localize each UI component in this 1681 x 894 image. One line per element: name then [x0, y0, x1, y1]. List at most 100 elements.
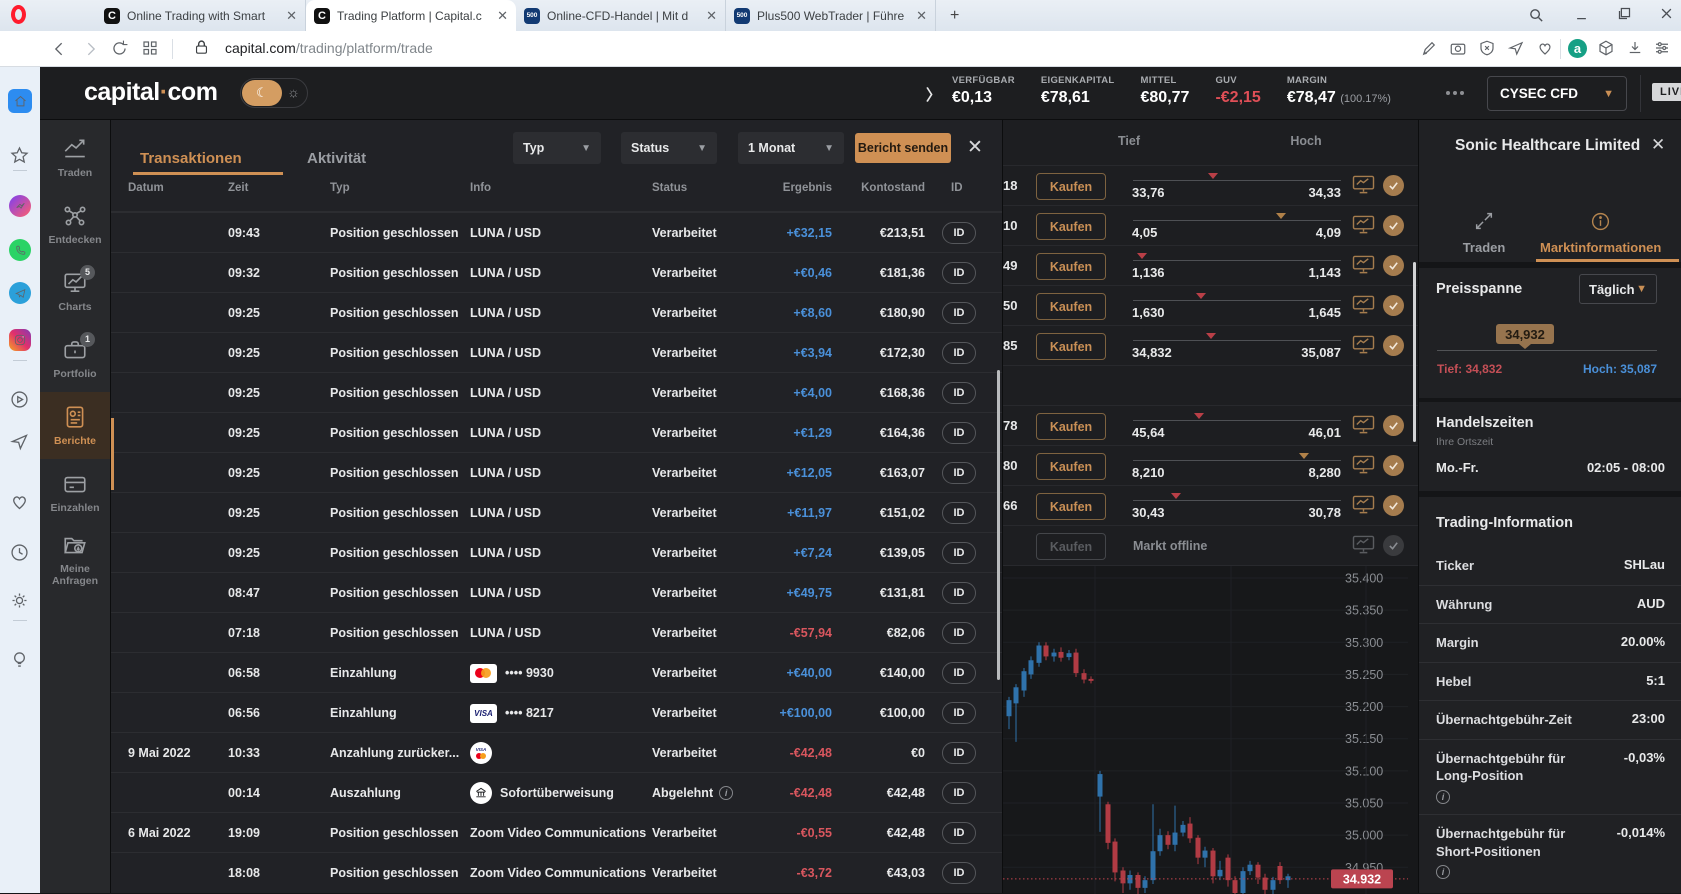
watchlist-row[interactable]: 80Kaufen8,2108,280	[1003, 445, 1419, 485]
col-typ[interactable]: Typ	[330, 182, 350, 194]
table-row[interactable]: 06:56EinzahlungVISA•••• 8217Verarbeitet+…	[111, 692, 1003, 732]
table-row[interactable]: 18:08Position geschlossenZoom Video Comm…	[111, 852, 1003, 892]
tab-traden[interactable]: Traden	[1424, 208, 1544, 255]
buy-button[interactable]: Kaufen	[1036, 453, 1106, 480]
browser-tab-2-active[interactable]: C Trading Platform | Capital.c ✕	[306, 0, 516, 31]
opera-logo-icon[interactable]	[11, 5, 26, 24]
table-row[interactable]: 08:47Position geschlossenLUNA / USDVerar…	[111, 572, 1003, 612]
speed-dial-home-icon[interactable]	[8, 89, 32, 113]
favorites-heart-icon[interactable]	[9, 491, 31, 513]
filter-status-select[interactable]: Status▼	[621, 132, 717, 164]
avast-extension-icon[interactable]: a	[1568, 39, 1587, 58]
my-flow-send-icon[interactable]	[1507, 39, 1527, 59]
watchlist-row[interactable]: 50Kaufen1,6301,645	[1003, 285, 1419, 325]
bookmarks-star-icon[interactable]	[9, 145, 31, 167]
col-kontostand[interactable]: Kontostand	[861, 182, 925, 194]
url-text[interactable]: capital.com/trading/platform/trade	[225, 40, 433, 56]
table-row[interactable]: 09:25Position geschlossenLUNA / USDVerar…	[111, 372, 1003, 412]
table-row[interactable]: 09:32Position geschlossenLUNA / USDVerar…	[111, 252, 1003, 292]
price-chart[interactable]: 35.40035.35035.30035.25035.20035.15035.1…	[1003, 565, 1419, 893]
watchlist-check-icon[interactable]	[1383, 175, 1404, 196]
watchlist-row[interactable]: 18Kaufen33,7634,33	[1003, 165, 1419, 205]
open-chart-icon[interactable]	[1352, 175, 1375, 195]
id-button[interactable]: ID	[942, 742, 976, 764]
tab-close-icon[interactable]: ✕	[497, 8, 508, 24]
tab-transaktionen[interactable]: Transaktionen	[140, 150, 242, 167]
id-button[interactable]: ID	[942, 222, 976, 244]
sidebar-item-portfolio[interactable]: 1 Portfolio	[40, 325, 110, 392]
tab-close-icon[interactable]: ✕	[286, 8, 297, 24]
buy-button[interactable]: Kaufen	[1036, 333, 1106, 360]
id-button[interactable]: ID	[942, 822, 976, 844]
capital-com-logo[interactable]: capital·com	[84, 78, 217, 107]
id-button[interactable]: ID	[942, 662, 976, 684]
back-icon[interactable]	[50, 39, 70, 59]
instagram-icon[interactable]	[9, 329, 31, 351]
account-select[interactable]: CYSEC CFD▼	[1487, 76, 1627, 111]
table-row[interactable]: 09:25Position geschlossenLUNA / USDVerar…	[111, 492, 1003, 532]
sidebar-item-berichte[interactable]: Berichte	[40, 392, 110, 459]
watchlist-scrollbar[interactable]	[1413, 262, 1416, 442]
open-chart-icon[interactable]	[1352, 255, 1375, 275]
easy-setup-bulb-icon[interactable]	[9, 649, 31, 671]
info-icon[interactable]: i	[1436, 790, 1450, 804]
table-row[interactable]: 09:25Position geschlossenLUNA / USDVerar…	[111, 332, 1003, 372]
table-scrollbar[interactable]	[997, 370, 1000, 680]
id-button[interactable]: ID	[942, 342, 976, 364]
buy-button[interactable]: Kaufen	[1036, 413, 1106, 440]
watchlist-row[interactable]: 78Kaufen45,6446,01	[1003, 405, 1419, 445]
col-status[interactable]: Status	[652, 182, 687, 194]
telegram-icon[interactable]	[9, 282, 31, 304]
col-zeit[interactable]: Zeit	[228, 182, 248, 194]
col-datum[interactable]: Datum	[128, 182, 164, 194]
watchlist-row[interactable]: 49Kaufen1,1361,143	[1003, 245, 1419, 285]
speed-dial-grid-icon[interactable]	[141, 39, 161, 59]
id-button[interactable]: ID	[942, 782, 976, 804]
id-button[interactable]: ID	[942, 542, 976, 564]
tab-close-icon[interactable]: ✕	[916, 8, 927, 24]
filter-typ-select[interactable]: Typ▼	[513, 132, 601, 164]
col-hoch[interactable]: Hoch	[1276, 134, 1336, 148]
settings-gear-icon[interactable]	[9, 590, 31, 612]
whatsapp-icon[interactable]	[9, 239, 31, 261]
open-chart-icon[interactable]	[1352, 335, 1375, 355]
sidebar-item-einzahlen[interactable]: Einzahlen	[40, 459, 110, 526]
close-panel-icon[interactable]: ✕	[1651, 135, 1665, 155]
buy-button[interactable]: Kaufen	[1036, 213, 1106, 240]
sidebar-item-entdecken[interactable]: Entdecken	[40, 191, 110, 258]
watchlist-check-icon[interactable]	[1383, 535, 1404, 556]
more-options-icon[interactable]	[1446, 91, 1464, 95]
id-button[interactable]: ID	[942, 422, 976, 444]
watchlist-row[interactable]: KaufenMarkt offline	[1003, 525, 1419, 565]
collapse-stats-chevron-icon[interactable]: 〉	[926, 84, 941, 105]
tab-close-icon[interactable]: ✕	[706, 8, 717, 24]
table-row[interactable]: 09:43Position geschlossenLUNA / USDVerar…	[111, 212, 1003, 252]
id-button[interactable]: ID	[942, 862, 976, 884]
theme-toggle[interactable]: ☾ ☼	[240, 78, 308, 108]
buy-button[interactable]: Kaufen	[1036, 173, 1106, 200]
period-select[interactable]: Täglich▼	[1579, 274, 1657, 304]
buy-button[interactable]: Kaufen	[1036, 493, 1106, 520]
my-flow-icon[interactable]	[9, 431, 31, 453]
tab-marktinformationen[interactable]: Marktinformationen	[1540, 208, 1660, 255]
buy-button[interactable]: Kaufen	[1036, 253, 1106, 280]
sidebar-item-traden[interactable]: Traden	[40, 124, 110, 191]
table-row[interactable]: 07:18Position geschlossenLUNA / USDVerar…	[111, 612, 1003, 652]
open-chart-icon[interactable]	[1352, 535, 1375, 555]
open-chart-icon[interactable]	[1352, 455, 1375, 475]
tab-aktivitaet[interactable]: Aktivität	[307, 150, 366, 167]
id-button[interactable]: ID	[942, 262, 976, 284]
id-button[interactable]: ID	[942, 462, 976, 484]
buy-button[interactable]: Kaufen	[1036, 293, 1106, 320]
id-button[interactable]: ID	[942, 382, 976, 404]
lock-icon[interactable]	[193, 39, 213, 59]
table-row[interactable]: 9 Mai 202210:33Anzahlung zurücker...VISA…	[111, 732, 1003, 772]
snapshot-camera-icon[interactable]	[1449, 39, 1469, 59]
player-icon[interactable]	[9, 389, 31, 411]
watchlist-check-icon[interactable]	[1383, 455, 1404, 476]
open-chart-icon[interactable]	[1352, 295, 1375, 315]
table-row[interactable]: 06:58Einzahlung•••• 9930Verarbeitet+€40,…	[111, 652, 1003, 692]
search-icon[interactable]	[1528, 7, 1545, 24]
download-icon[interactable]	[1626, 39, 1646, 59]
watchlist-row[interactable]: 10Kaufen4,054,09	[1003, 205, 1419, 245]
